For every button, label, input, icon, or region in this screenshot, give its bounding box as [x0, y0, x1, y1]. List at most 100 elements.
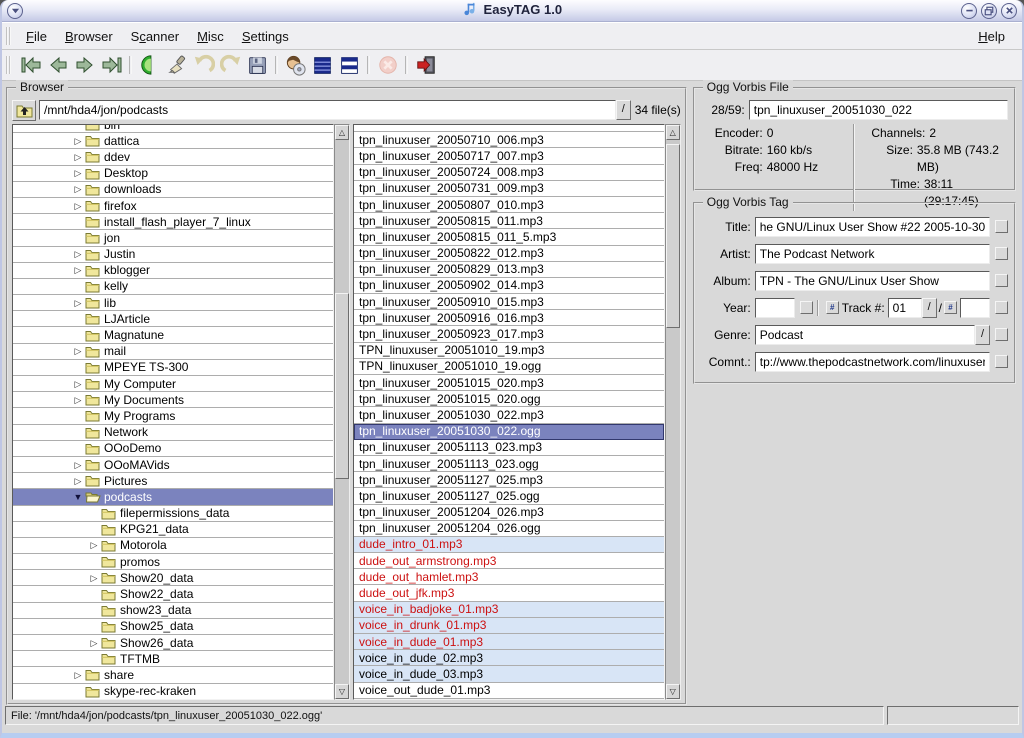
expander-closed-icon[interactable]: ▷ — [71, 667, 85, 683]
stop-action-button[interactable] — [374, 52, 401, 79]
tree-item[interactable]: kelly — [13, 279, 333, 295]
tree-item[interactable]: ▷mail — [13, 344, 333, 360]
file-row[interactable]: voice_in_badjoke_01.mp3 — [354, 602, 664, 618]
apply-year-to-all-button[interactable] — [800, 301, 813, 314]
count-tracks-button[interactable]: # — [944, 301, 957, 314]
file-row[interactable]: tpn_linuxuser_20050923_017.mp3 — [354, 326, 664, 342]
file-row[interactable]: tpn_linuxuser_20051127_025.ogg — [354, 488, 664, 504]
tree-item[interactable]: Network — [13, 425, 333, 441]
tree-item[interactable]: skype-rec-kraken — [13, 684, 333, 700]
file-row[interactable]: tpn_linuxuser_20051030_022.mp3 — [354, 407, 664, 423]
expander-closed-icon[interactable]: ▷ — [71, 133, 85, 149]
scroll-up-arrow[interactable]: △ — [666, 125, 680, 140]
file-row[interactable]: tpn_linuxuser_20050724_008.mp3 — [354, 165, 664, 181]
menu-file[interactable]: File — [17, 26, 56, 47]
apply-comment-to-all-button[interactable] — [995, 355, 1008, 368]
tree-item[interactable]: ▷downloads — [13, 182, 333, 198]
number-tracks-button[interactable]: # — [826, 301, 839, 314]
apply-genre-to-all-button[interactable] — [995, 328, 1008, 341]
scroll-down-arrow[interactable]: ▽ — [666, 684, 680, 699]
expander-closed-icon[interactable]: ▷ — [71, 376, 85, 392]
file-row[interactable] — [354, 124, 664, 132]
expander-closed-icon[interactable]: ▷ — [71, 182, 85, 198]
file-list[interactable]: tpn_linuxuser_20050710_006.mp3tpn_linuxu… — [353, 124, 665, 700]
tree-item[interactable]: install_flash_player_7_linux — [13, 214, 333, 230]
tree-item[interactable]: ▷Desktop — [13, 166, 333, 182]
file-row[interactable]: tpn_linuxuser_20050916_016.mp3 — [354, 310, 664, 326]
apply-title-to-all-button[interactable] — [995, 220, 1008, 233]
file-row[interactable]: tpn_linuxuser_20050731_009.mp3 — [354, 181, 664, 197]
path-combo-button[interactable]: / — [616, 100, 631, 120]
expander-closed-icon[interactable]: ▷ — [71, 392, 85, 408]
filename-input[interactable] — [749, 100, 1008, 120]
expander-closed-icon[interactable]: ▷ — [87, 635, 101, 651]
expander-closed-icon[interactable]: ▷ — [71, 247, 85, 263]
genre-input[interactable] — [755, 325, 975, 345]
file-row[interactable]: tpn_linuxuser_20051127_025.mp3 — [354, 472, 664, 488]
genre-combo-button[interactable]: / — [975, 325, 990, 345]
file-row[interactable]: dude_out_jfk.mp3 — [354, 585, 664, 601]
tree-item[interactable]: promos — [13, 554, 333, 570]
file-row[interactable]: tpn_linuxuser_20050910_015.mp3 — [354, 294, 664, 310]
titlebar[interactable]: EasyTAG 1.0 — [2, 0, 1022, 22]
tree-item[interactable]: ▷firefox — [13, 198, 333, 214]
file-row[interactable]: voice_out_dude_01.mp3 — [354, 683, 664, 699]
track-input[interactable] — [888, 298, 922, 318]
remove-tags-button[interactable] — [163, 52, 190, 79]
run-audio-player-button[interactable] — [282, 52, 309, 79]
expander-closed-icon[interactable]: ▷ — [71, 198, 85, 214]
tree-item[interactable]: ▷dattica — [13, 133, 333, 149]
select-all-files-button[interactable] — [309, 52, 336, 79]
tree-item[interactable]: ▷ddev — [13, 149, 333, 165]
apply-artist-to-all-button[interactable] — [995, 247, 1008, 260]
file-row[interactable]: tpn_linuxuser_20050807_010.mp3 — [354, 197, 664, 213]
file-row[interactable]: tpn_linuxuser_20050815_011_5.mp3 — [354, 229, 664, 245]
tree-scrollbar-thumb[interactable] — [335, 293, 349, 479]
tree-item[interactable]: MPEYE TS-300 — [13, 360, 333, 376]
tree-item[interactable]: KPG21_data — [13, 522, 333, 538]
tree-item[interactable]: ▷kblogger — [13, 263, 333, 279]
invert-selection-button[interactable] — [336, 52, 363, 79]
tree-item[interactable]: ▷OOoMAVids — [13, 457, 333, 473]
file-row[interactable]: TPN_linuxuser_20051010_19.ogg — [354, 359, 664, 375]
expander-open-icon[interactable]: ▼ — [71, 489, 85, 505]
file-row[interactable]: tpn_linuxuser_20050710_006.mp3 — [354, 132, 664, 148]
file-row[interactable]: tpn_linuxuser_20050717_007.mp3 — [354, 148, 664, 164]
expander-closed-icon[interactable]: ▷ — [71, 295, 85, 311]
menu-misc[interactable]: Misc — [188, 26, 233, 47]
tree-item[interactable]: Magnatune — [13, 327, 333, 343]
tree-item[interactable]: Show25_data — [13, 619, 333, 635]
go-last-button[interactable] — [98, 52, 125, 79]
scroll-down-arrow[interactable]: ▽ — [335, 684, 349, 699]
file-list-scrollbar[interactable]: △ ▽ — [665, 124, 681, 700]
go-first-button[interactable] — [17, 52, 44, 79]
track-total-input[interactable] — [960, 298, 990, 318]
parent-directory-button[interactable] — [12, 100, 36, 121]
file-row[interactable]: dude_intro_01.mp3 — [354, 537, 664, 553]
comment-input[interactable] — [755, 352, 990, 372]
path-input[interactable] — [39, 100, 616, 120]
tree-item[interactable]: ▷Motorola — [13, 538, 333, 554]
menu-help[interactable]: Help — [969, 26, 1014, 47]
file-row[interactable]: TPN_linuxuser_20051010_19.mp3 — [354, 343, 664, 359]
album-input[interactable] — [755, 271, 990, 291]
redo-button[interactable] — [217, 52, 244, 79]
tree-item[interactable]: ▼podcasts — [13, 489, 333, 505]
file-row[interactable]: tpn_linuxuser_20051204_026.ogg — [354, 521, 664, 537]
file-row[interactable]: voice_in_drunk_01.mp3 — [354, 618, 664, 634]
toolbar-grip[interactable] — [6, 56, 11, 74]
save-files-button[interactable] — [244, 52, 271, 79]
file-row[interactable]: tpn_linuxuser_20051030_022.ogg — [354, 424, 664, 440]
expander-closed-icon[interactable]: ▷ — [71, 344, 85, 360]
expander-closed-icon[interactable]: ▷ — [71, 457, 85, 473]
apply-track-to-all-button[interactable] — [995, 301, 1008, 314]
file-row[interactable]: tpn_linuxuser_20050815_011.mp3 — [354, 213, 664, 229]
go-previous-button[interactable] — [44, 52, 71, 79]
tree-item[interactable]: filepermissions_data — [13, 506, 333, 522]
file-row[interactable]: voice_in_dude_01.mp3 — [354, 634, 664, 650]
artist-input[interactable] — [755, 244, 990, 264]
expander-closed-icon[interactable]: ▷ — [71, 149, 85, 165]
tree-item[interactable]: bin — [13, 124, 333, 133]
directory-tree[interactable]: bin▷dattica▷ddev▷Desktop▷downloads▷firef… — [12, 124, 334, 700]
go-next-button[interactable] — [71, 52, 98, 79]
